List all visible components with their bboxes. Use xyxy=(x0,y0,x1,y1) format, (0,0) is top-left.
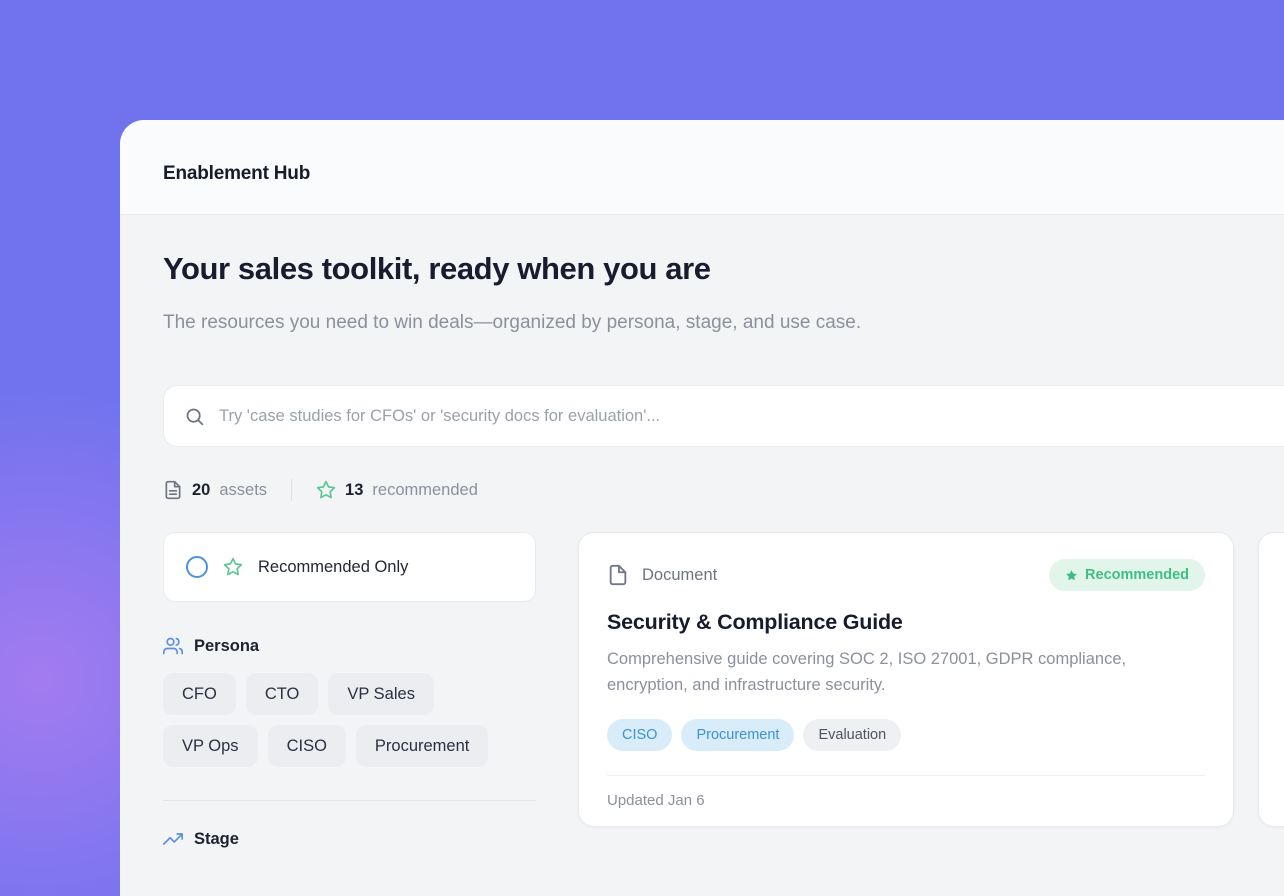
stage-heading: Stage xyxy=(194,830,239,849)
search-icon xyxy=(184,406,205,427)
page-title: Your sales toolkit, ready when you are xyxy=(163,251,1284,287)
persona-chip-cto[interactable]: CTO xyxy=(246,673,319,715)
persona-heading: Persona xyxy=(194,637,259,656)
main-panel: Enablement Hub Your sales toolkit, ready… xyxy=(120,120,1284,896)
users-icon xyxy=(163,636,183,656)
star-icon xyxy=(316,480,336,500)
persona-chip-ciso[interactable]: CISO xyxy=(268,725,346,767)
app-header: Enablement Hub xyxy=(120,120,1284,215)
asset-updated-date: Updated Jan 6 xyxy=(607,792,1205,809)
recommended-count: 13 xyxy=(345,481,363,500)
star-icon xyxy=(1065,569,1078,582)
filters-sidebar: Recommended Only Persona CFO CTO VP Sale… xyxy=(163,532,536,849)
recommended-badge: Recommended xyxy=(1049,559,1205,591)
sidebar-divider xyxy=(163,800,536,801)
recommended-label: recommended xyxy=(372,481,477,500)
tag-procurement[interactable]: Procurement xyxy=(681,719,794,751)
asset-type: Document xyxy=(607,564,717,586)
asset-card-security-compliance-guide[interactable]: Document Recommended Security & Complian… xyxy=(578,532,1234,827)
app-title: Enablement Hub xyxy=(163,163,310,185)
assets-stat: 20 assets xyxy=(163,480,267,500)
file-icon xyxy=(607,564,629,586)
asset-description: Comprehensive guide covering SOC 2, ISO … xyxy=(607,646,1205,698)
document-icon xyxy=(163,480,183,500)
trending-up-icon xyxy=(163,829,183,849)
persona-chip-vp-sales[interactable]: VP Sales xyxy=(328,673,434,715)
asset-card-top-row: Document Recommended xyxy=(607,559,1205,591)
asset-card-divider xyxy=(607,775,1205,776)
tag-evaluation[interactable]: Evaluation xyxy=(803,719,901,751)
recommended-only-label: Recommended Only xyxy=(258,558,408,577)
asset-tags: CISO Procurement Evaluation xyxy=(607,719,1205,751)
asset-type-label: Document xyxy=(642,566,717,585)
content-columns: Recommended Only Persona CFO CTO VP Sale… xyxy=(163,532,1284,849)
persona-chip-procurement[interactable]: Procurement xyxy=(356,725,488,767)
recommended-only-toggle[interactable]: Recommended Only xyxy=(163,532,536,602)
persona-chip-vp-ops[interactable]: VP Ops xyxy=(163,725,258,767)
asset-title: Security & Compliance Guide xyxy=(607,610,1205,635)
star-icon xyxy=(223,557,243,577)
search-bar xyxy=(163,385,1284,447)
stage-section-header: Stage xyxy=(163,829,536,849)
assets-label: assets xyxy=(219,481,267,500)
assets-count: 20 xyxy=(192,481,210,500)
radio-circle xyxy=(186,556,208,578)
page-content: Your sales toolkit, ready when you are T… xyxy=(120,251,1284,849)
search-input[interactable] xyxy=(219,407,1265,426)
partial-asset-card[interactable] xyxy=(1258,532,1284,827)
persona-chips: CFO CTO VP Sales VP Ops CISO Procurement xyxy=(163,673,536,767)
recommended-badge-label: Recommended xyxy=(1085,567,1189,583)
stats-divider xyxy=(291,479,292,501)
asset-cards-row: Document Recommended Security & Complian… xyxy=(578,532,1284,827)
persona-chip-cfo[interactable]: CFO xyxy=(163,673,236,715)
persona-section-header: Persona xyxy=(163,636,536,656)
tag-ciso[interactable]: CISO xyxy=(607,719,672,751)
stats-row: 20 assets 13 recommended xyxy=(163,479,1284,501)
page-subtitle: The resources you need to win deals—orga… xyxy=(163,305,868,341)
recommended-stat: 13 recommended xyxy=(316,480,478,500)
